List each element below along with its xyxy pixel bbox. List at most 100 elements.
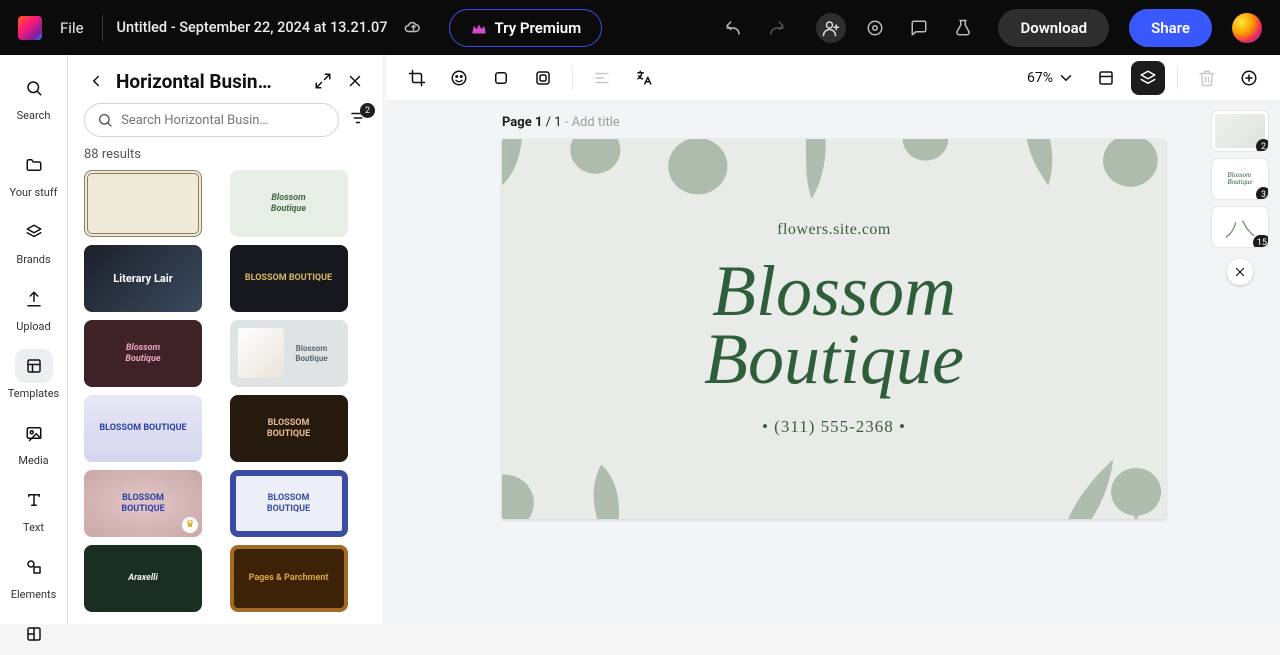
rail-templates[interactable]: Templates [6,343,62,404]
left-rail: Search Your stuff Brands Upload Template… [0,55,68,624]
template-card[interactable]: BLOSSOM BOUTIQUE [230,470,348,537]
rail-search[interactable]: Search [6,65,62,126]
separator [102,15,103,41]
separator [572,66,573,90]
elements-icon [15,550,53,584]
page-thumbnail[interactable]: Blossom Boutique3 [1212,159,1268,199]
template-card[interactable]: Araxelli [84,545,202,612]
card-text-group[interactable]: flowers.site.com Blossom Boutique • (311… [704,221,964,438]
templates-icon [15,349,53,383]
rail-media[interactable]: Media [6,410,62,471]
comments-icon[interactable] [904,13,934,43]
template-card[interactable]: Blossom Boutique [230,170,348,237]
delete-button[interactable] [1190,61,1224,95]
template-card[interactable]: BLOSSOM BOUTIQUE [84,395,202,462]
mask-tool[interactable] [526,61,560,95]
experiments-icon[interactable] [948,13,978,43]
try-premium-button[interactable]: Try Premium [449,9,602,47]
document-title[interactable]: Untitled - September 22, 2024 at 13.21.0… [117,19,388,36]
crown-icon [470,20,486,36]
user-avatar[interactable] [1232,13,1262,43]
separator [1177,66,1178,90]
layout-icon [15,617,53,651]
filter-badge: 2 [360,103,375,118]
search-icon [97,111,113,129]
invite-button[interactable] [816,13,846,43]
page-thumbnail-strip: 2 Blossom Boutique3 15 [1212,111,1268,285]
design-canvas[interactable]: flowers.site.com Blossom Boutique • (311… [502,139,1166,519]
chevron-down-icon [1057,69,1075,87]
back-icon[interactable] [84,69,108,93]
zoom-control[interactable]: 67% [1027,69,1075,87]
redo-button[interactable] [762,13,792,43]
rail-label: Upload [16,320,50,333]
rail-layouts[interactable] [6,611,62,655]
template-card[interactable]: BLOSSOM BOUTIQUE [230,245,348,312]
rail-label: Brands [16,253,50,266]
template-card[interactable]: Blossom Boutique [230,320,348,387]
help-icon[interactable] [860,13,890,43]
template-card[interactable]: BLOSSOM BOUTIQUE [230,395,348,462]
rail-label: Elements [11,588,57,601]
rail-brands[interactable]: Brands [6,209,62,270]
close-icon[interactable] [343,69,367,93]
undo-button[interactable] [718,13,748,43]
page-total: / 1 [542,115,564,130]
cloud-sync-icon[interactable] [403,18,423,38]
shape-tool[interactable] [484,61,518,95]
brand-icon [15,215,53,249]
page-number: Page 1 [502,115,542,130]
add-page-button[interactable] [1232,61,1266,95]
app-logo[interactable] [18,16,42,40]
template-card[interactable]: BLOSSOM BOUTIQUE♛ [84,470,202,537]
search-icon [15,71,53,105]
premium-badge-icon: ♛ [182,517,198,533]
rail-label: Search [17,109,51,122]
template-grid[interactable]: Blossom Boutique Literary Lair BLOSSOM B… [84,170,367,624]
layers-button[interactable] [1131,61,1165,95]
folder-icon [15,148,53,182]
media-icon [15,416,53,450]
thumb-badge: 2 [1256,139,1268,151]
translate-tool[interactable] [627,61,661,95]
add-title-hint: - Add title [565,115,620,130]
file-menu[interactable]: File [56,13,88,43]
canvas-area[interactable]: Page 1 / 1 - Add title [386,101,1280,624]
template-card[interactable]: Pages & Parchment [230,545,348,612]
filter-button[interactable]: 2 [349,109,367,131]
templates-panel: Horizontal Busin… 2 88 results Blossom B… [68,55,384,624]
page-view-button[interactable] [1089,61,1123,95]
page-thumbnail[interactable]: 2 [1212,111,1268,151]
template-search-input[interactable] [84,103,339,137]
brand-line-2[interactable]: Boutique [704,325,964,393]
effects-tool[interactable] [442,61,476,95]
page-thumbnail[interactable]: 15 [1212,207,1268,247]
top-app-bar: File Untitled - September 22, 2024 at 13… [0,0,1280,55]
crop-tool[interactable] [400,61,434,95]
search-field[interactable] [121,113,326,128]
close-strip-button[interactable] [1227,259,1253,285]
rail-your-stuff[interactable]: Your stuff [6,142,62,203]
template-card[interactable] [84,170,202,237]
rail-upload[interactable]: Upload [6,276,62,337]
rail-text[interactable]: Text [6,477,62,538]
website-text[interactable]: flowers.site.com [704,221,964,239]
download-label: Download [1020,19,1087,37]
phone-text[interactable]: • (311) 555-2368 • [704,417,964,437]
rail-label: Templates [8,387,59,400]
expand-icon[interactable] [311,69,335,93]
download-button[interactable]: Download [998,9,1109,47]
page-indicator[interactable]: Page 1 / 1 - Add title [502,115,620,130]
panel-title: Horizontal Busin… [116,70,303,93]
rail-elements[interactable]: Elements [6,544,62,605]
template-card[interactable]: Literary Lair [84,245,202,312]
share-label: Share [1151,19,1190,37]
align-tool[interactable] [585,61,619,95]
template-card[interactable]: Blossom Boutique [84,320,202,387]
share-button[interactable]: Share [1129,9,1212,47]
panel-header: Horizontal Busin… [84,69,367,93]
zoom-value: 67% [1027,70,1053,86]
rail-label: Media [18,454,48,467]
thumb-badge: 15 [1253,235,1268,247]
brand-line-1[interactable]: Blossom [704,257,964,325]
